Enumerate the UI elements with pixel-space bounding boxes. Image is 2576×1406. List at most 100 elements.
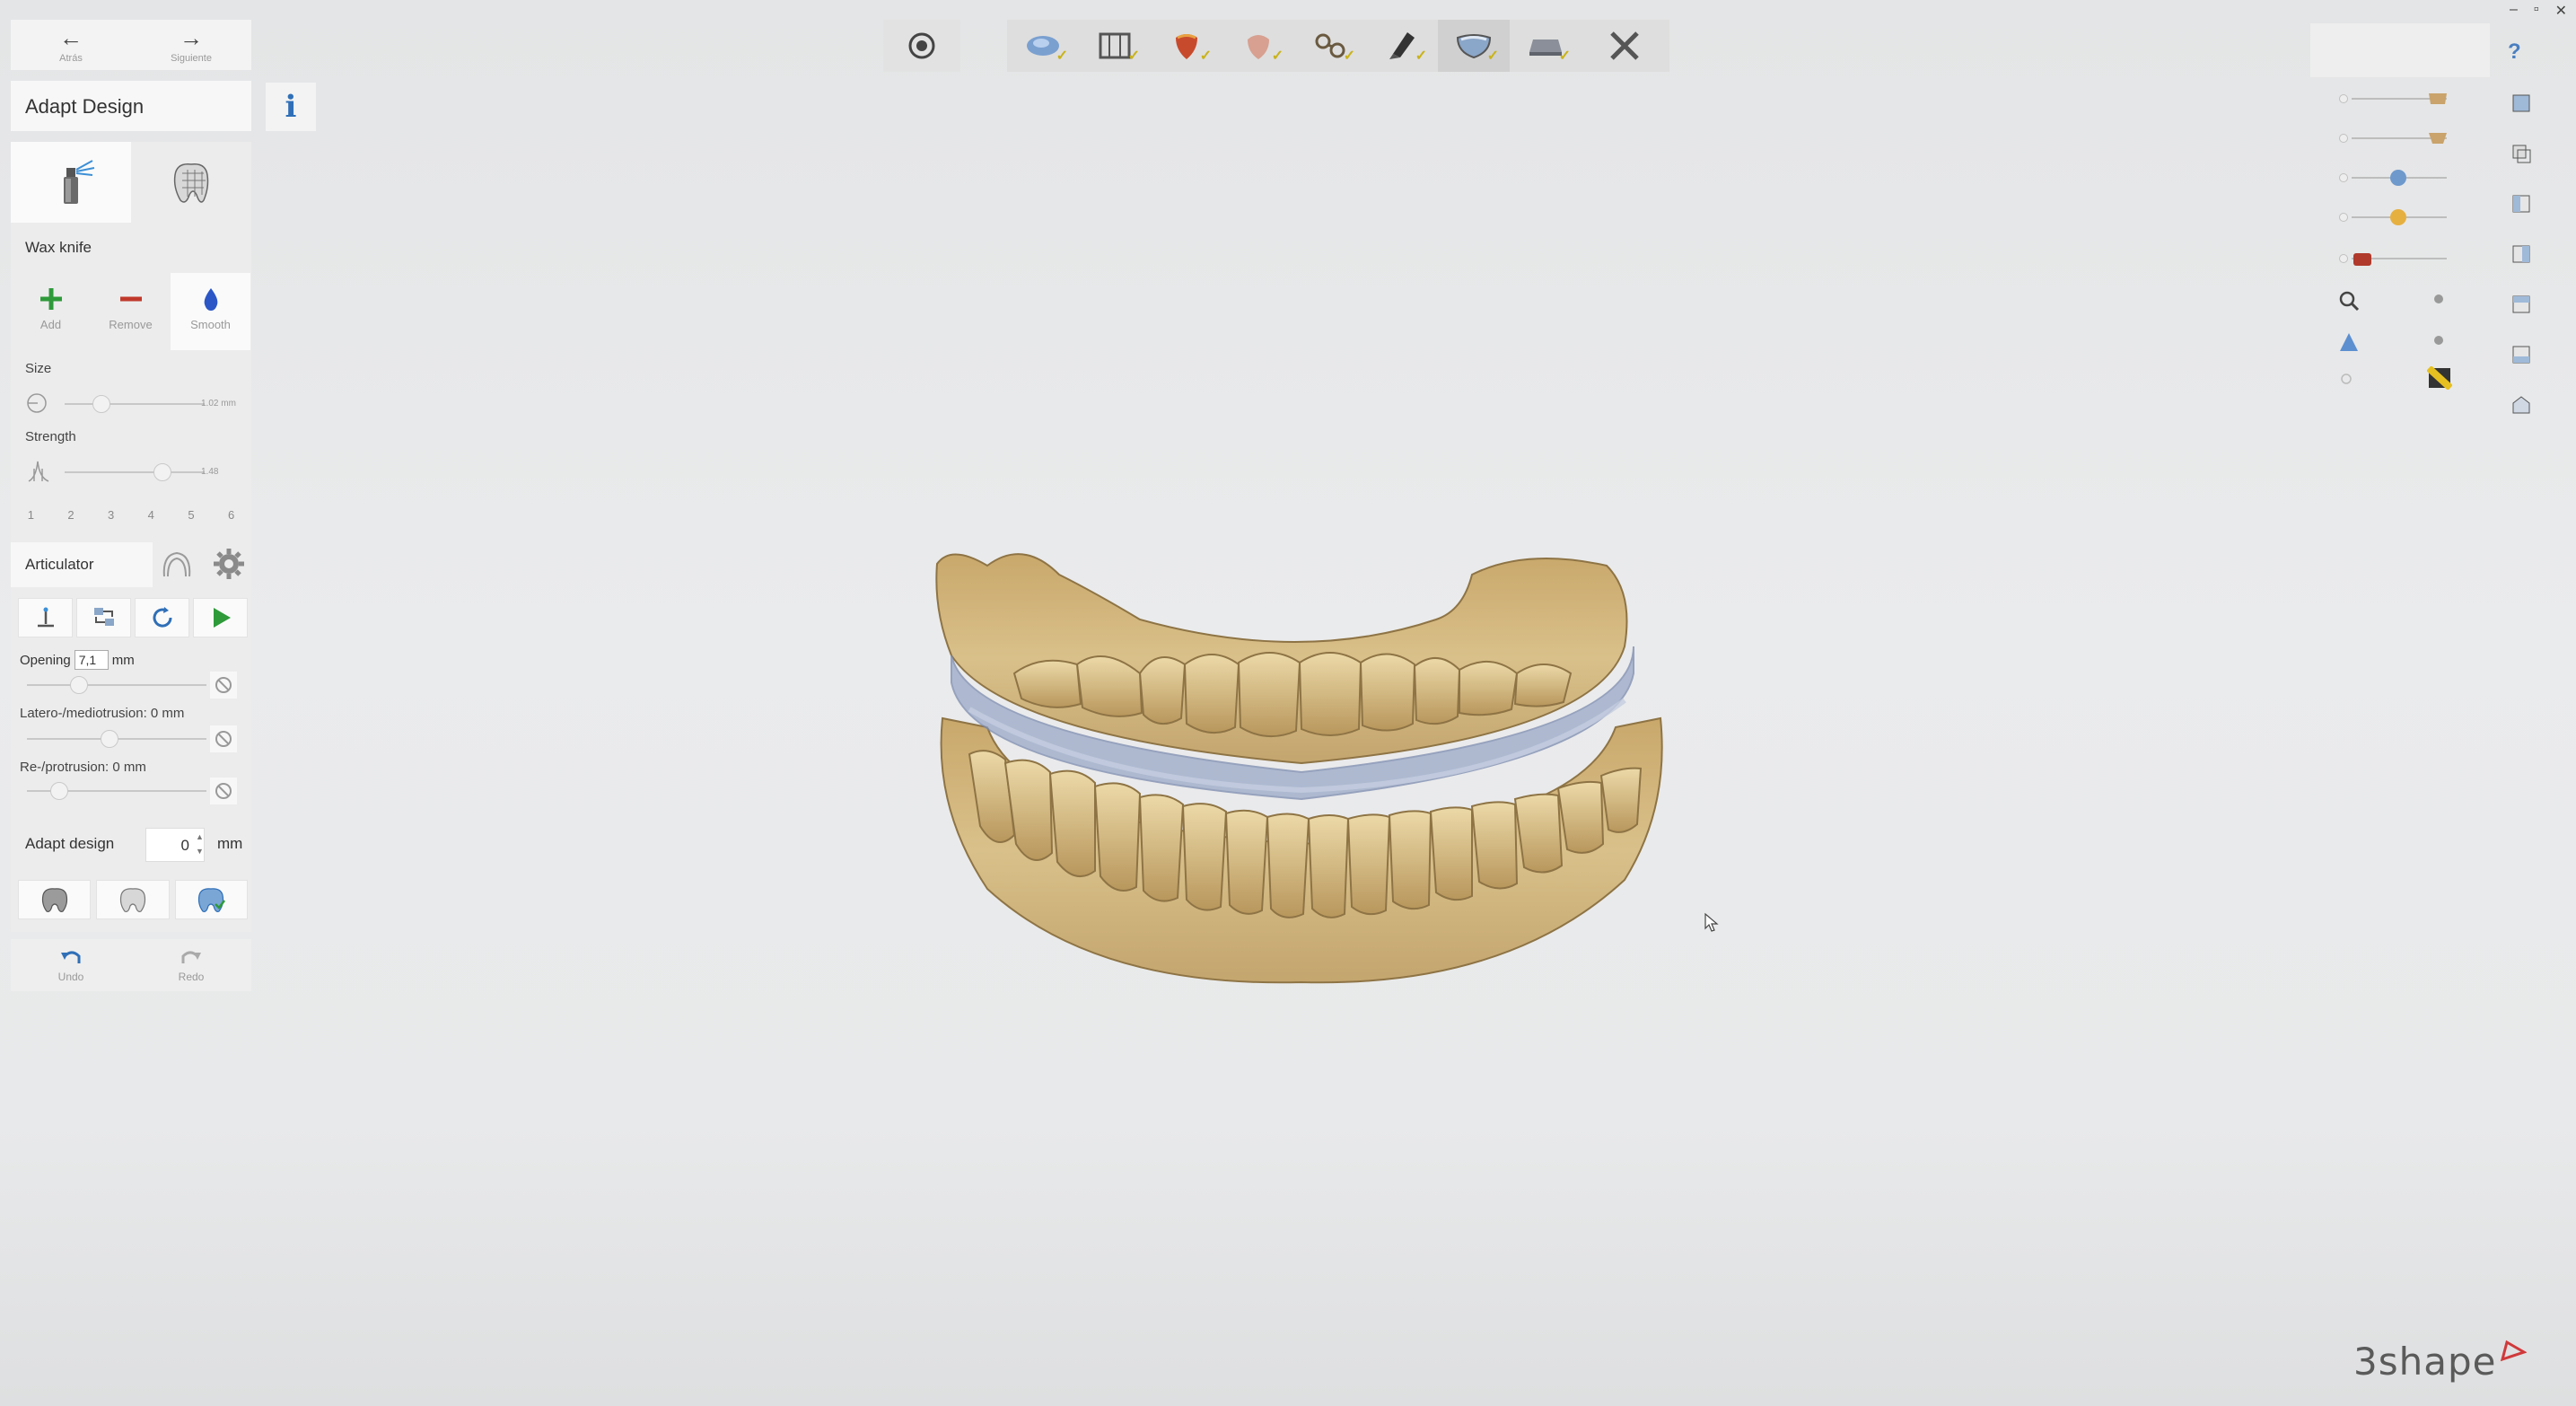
pin-icon xyxy=(37,607,54,628)
tool-tabs xyxy=(11,142,251,223)
adapt-tooth-outline-button[interactable] xyxy=(96,880,170,919)
wax-knife-modes: Add Remove Smooth xyxy=(11,273,251,350)
lower-jaw-icon xyxy=(2429,133,2447,144)
undo-button[interactable]: Undo xyxy=(11,939,131,991)
size-slider-track[interactable] xyxy=(65,403,205,405)
opening-slider-thumb[interactable] xyxy=(70,676,88,694)
preset-1[interactable]: 1 xyxy=(28,508,34,522)
articulator-reset-button[interactable] xyxy=(135,598,189,637)
tooth-grid-icon xyxy=(173,163,209,203)
undo-label: Undo xyxy=(57,971,84,983)
check-icon: ✓ xyxy=(1486,48,1499,64)
strength-value: 1.48 xyxy=(201,467,219,477)
smooth-button[interactable]: Smooth xyxy=(171,273,250,350)
tab-tooth-library[interactable] xyxy=(131,142,251,223)
minimize-button[interactable]: – xyxy=(2510,2,2518,20)
next-button[interactable]: → Siguiente xyxy=(131,20,251,70)
latero-slider-thumb[interactable] xyxy=(101,730,118,748)
help-icon[interactable]: ? xyxy=(2508,40,2521,65)
cube-front-icon xyxy=(2512,94,2530,112)
remove-button[interactable]: Remove xyxy=(91,273,171,350)
back-view-button[interactable] xyxy=(2508,140,2535,167)
adapt-actions xyxy=(18,880,248,919)
visibility-slider-gingiva[interactable] xyxy=(2339,250,2447,268)
wizard-navigation: ← Atrás → Siguiente xyxy=(11,20,251,70)
check-icon: ✓ xyxy=(1558,48,1571,64)
articulator-play-button[interactable] xyxy=(193,598,248,637)
opening-input[interactable]: 7,1 xyxy=(74,650,109,670)
visibility-slider-upper-model[interactable] xyxy=(2339,90,2447,108)
articulator-icons xyxy=(159,546,247,582)
maximize-button[interactable]: ▫ xyxy=(2534,2,2539,20)
antagonist-icon xyxy=(2390,209,2406,225)
step-coping[interactable]: ✓ xyxy=(1222,20,1294,72)
step-crown[interactable]: ✓ xyxy=(1151,20,1222,72)
redo-button[interactable]: Redo xyxy=(131,939,251,991)
adapt-apply-button[interactable] xyxy=(174,880,248,919)
undo-redo-bar: Undo Redo xyxy=(11,939,251,991)
left-view-button[interactable] xyxy=(2508,190,2535,217)
color-map-icon[interactable] xyxy=(2427,366,2452,390)
check-icon: ✓ xyxy=(1127,48,1140,64)
right-view-button[interactable] xyxy=(2508,241,2535,268)
dental-model-3d[interactable] xyxy=(916,539,1687,1006)
perspective-view-button[interactable] xyxy=(2508,391,2535,418)
check-icon: ✓ xyxy=(1343,48,1355,64)
adapt-design-unit: mm xyxy=(217,835,243,852)
prohibited-icon xyxy=(215,783,232,799)
radio-icon[interactable] xyxy=(2339,372,2353,386)
close-workflow-button[interactable] xyxy=(1582,20,1668,72)
adapt-design-row: Adapt design 0 ▲ ▼ mm xyxy=(11,821,251,866)
bottom-view-button[interactable] xyxy=(2508,341,2535,368)
strength-slider-track[interactable] xyxy=(65,471,205,473)
opening-slider-track[interactable] xyxy=(27,684,206,686)
step-export[interactable]: ✓ xyxy=(1510,20,1582,72)
step-sculpt[interactable]: ✓ xyxy=(1366,20,1438,72)
visibility-slider-antagonist[interactable] xyxy=(2339,208,2447,226)
info-button[interactable]: i xyxy=(266,83,316,131)
view-toggle-button[interactable] xyxy=(883,20,960,72)
preset-4[interactable]: 4 xyxy=(148,508,154,522)
add-label: Add xyxy=(39,318,62,331)
tab-wax-knife[interactable] xyxy=(11,142,131,223)
step-adapt[interactable]: ✓ xyxy=(1438,20,1510,72)
back-button[interactable]: ← Atrás xyxy=(11,20,131,70)
toggle-dot-icon[interactable] xyxy=(2432,293,2445,305)
gear-icon[interactable] xyxy=(211,546,247,582)
top-view-button[interactable] xyxy=(2508,291,2535,318)
preset-2[interactable]: 2 xyxy=(67,508,74,522)
preset-3[interactable]: 3 xyxy=(108,508,114,522)
mouse-cursor-icon xyxy=(1704,912,1719,932)
close-window-button[interactable]: ✕ xyxy=(2555,2,2567,20)
remove-label: Remove xyxy=(109,318,153,331)
latero-lock-button[interactable] xyxy=(210,725,237,752)
step-connector[interactable]: ✓ xyxy=(1294,20,1366,72)
add-button[interactable]: Add xyxy=(11,273,91,350)
size-slider-thumb[interactable] xyxy=(92,395,110,413)
visibility-slider-lower-model[interactable] xyxy=(2339,129,2447,147)
step-margin[interactable]: ✓ xyxy=(1079,20,1151,72)
preset-5[interactable]: 5 xyxy=(188,508,194,522)
articulator-jaw-icon[interactable] xyxy=(159,546,195,582)
articulator-mount-button[interactable] xyxy=(18,598,73,637)
adapt-design-spinner[interactable]: ▲ ▼ xyxy=(196,830,204,858)
magnifier-icon[interactable] xyxy=(2337,289,2361,312)
visibility-slider-splint[interactable] xyxy=(2339,169,2447,187)
cube-right-icon xyxy=(2512,245,2530,263)
opening-lock-button[interactable] xyxy=(210,672,237,699)
toggle-dot-icon[interactable] xyxy=(2432,334,2445,347)
preset-numbers: 1 2 3 4 5 6 xyxy=(11,508,251,522)
wax-spray-icon xyxy=(64,160,95,204)
wax-knife-label: Wax knife xyxy=(25,239,92,256)
protrusion-slider-thumb[interactable] xyxy=(50,782,68,800)
adapt-tooth-button[interactable] xyxy=(18,880,92,919)
protrusion-lock-button[interactable] xyxy=(210,778,237,804)
articulator-swap-button[interactable] xyxy=(76,598,131,637)
gingiva-icon xyxy=(2353,253,2371,266)
step-scan[interactable]: ✓ xyxy=(1007,20,1079,72)
triangle-icon[interactable] xyxy=(2337,330,2361,354)
window-controls: – ▫ ✕ xyxy=(2510,2,2567,20)
preset-6[interactable]: 6 xyxy=(228,508,234,522)
side-view-button[interactable] xyxy=(2508,90,2535,117)
strength-slider-thumb[interactable] xyxy=(153,463,172,481)
